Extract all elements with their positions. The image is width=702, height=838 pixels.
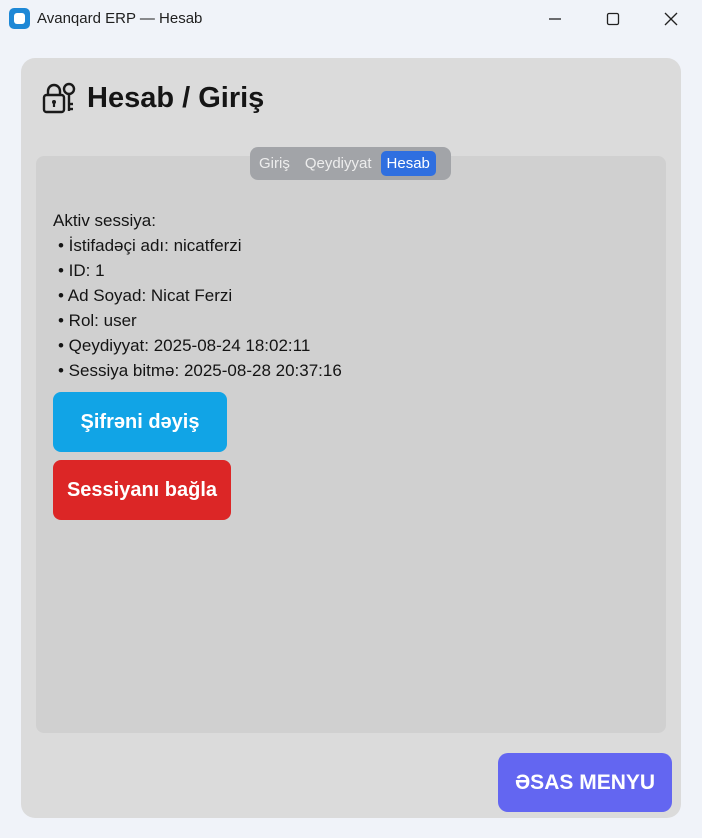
lock-key-icon	[42, 82, 76, 114]
session-registered: • Qeydiyyat: 2025-08-24 18:02:11	[58, 336, 311, 355]
minimize-icon	[549, 18, 561, 20]
close-icon	[664, 12, 678, 26]
tab-account[interactable]: Hesab	[380, 151, 436, 176]
maximize-icon	[606, 12, 620, 26]
main-menu-button[interactable]: ƏSAS MENYU	[498, 753, 672, 812]
session-id: • ID: 1	[58, 261, 105, 280]
close-button[interactable]	[642, 0, 700, 38]
maximize-button[interactable]	[584, 0, 642, 38]
session-expires: • Sessiya bitmə: 2025-08-28 20:37:16	[58, 361, 342, 380]
minimize-button[interactable]	[526, 0, 584, 38]
change-password-button[interactable]: Şifrəni dəyiş	[53, 392, 227, 452]
tab-bar: Giriş Qeydiyyat Hesab	[250, 147, 451, 180]
session-heading: Aktiv sessiya:	[53, 211, 156, 230]
page-title: Hesab / Giriş	[87, 81, 265, 114]
page-header: Hesab / Giriş	[41, 78, 264, 118]
logout-button[interactable]: Sessiyanı bağla	[53, 460, 231, 520]
main-card: Hesab / Giriş Giriş Qeydiyyat Hesab Akti…	[21, 58, 681, 818]
session-info: Aktiv sessiya: • İstifadəçi adı: nicatfe…	[53, 208, 342, 383]
tab-login[interactable]: Giriş	[253, 151, 296, 176]
session-username: • İstifadəçi adı: nicatferzi	[58, 236, 242, 255]
session-role: • Rol: user	[58, 311, 137, 330]
app-icon	[9, 8, 30, 29]
title-bar: Avanqard ERP — Hesab	[0, 0, 702, 38]
session-fullname: • Ad Soyad: Nicat Ferzi	[58, 286, 233, 305]
tab-register[interactable]: Qeydiyyat	[299, 151, 378, 176]
window-title: Avanqard ERP — Hesab	[37, 10, 203, 27]
